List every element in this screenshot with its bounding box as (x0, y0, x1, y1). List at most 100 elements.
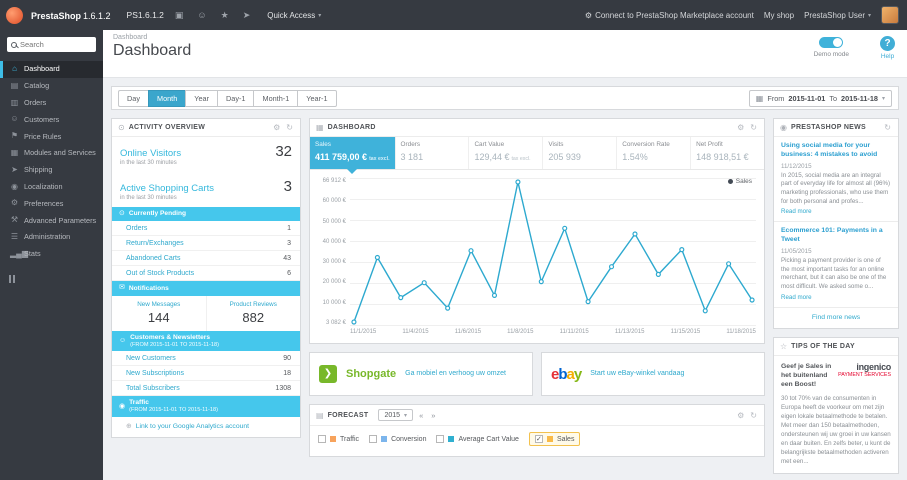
next-year-button[interactable]: » (429, 411, 437, 420)
kpi-sales[interactable]: Sales 411 759,00 € tax excl. (310, 137, 396, 174)
my-shop-link[interactable]: My shop (764, 11, 794, 20)
panel-refresh-icon[interactable]: ↻ (749, 123, 758, 132)
find-more-news-link[interactable]: Find more news (774, 308, 898, 328)
date-range-picker[interactable]: ▦ From 2015-11-01 To 2015-11-18 ▾ (748, 89, 892, 107)
panel-refresh-icon[interactable]: ↻ (285, 123, 294, 132)
brand-name: PrestaShop 1.6.1.2 (31, 11, 111, 21)
online-visitors-link[interactable]: Online Visitors (120, 148, 181, 159)
truck-icon: ➤ (11, 164, 18, 174)
globe-icon: ◉ (119, 402, 126, 410)
shopgate-promo-link[interactable]: Ga mobiel en verhoog uw omzet (405, 369, 506, 378)
tag-icon: ⚑ (10, 131, 19, 141)
legend-swatch (381, 436, 388, 442)
kpi-net-profit[interactable]: Net Profit 148 918,51 € (691, 137, 764, 169)
previous-year-button[interactable]: « (417, 411, 425, 420)
forecast-legend-average-cart-value[interactable]: Average Cart Value (436, 435, 519, 443)
sidebar-collapse-button[interactable] (9, 274, 103, 283)
ingenico-logo: ingenico PAYMENT SERVICES (838, 361, 891, 378)
notifications-header: ✉ Notifications (112, 281, 300, 296)
sidebar-item-dashboard[interactable]: ⌂ Dashboard (0, 61, 103, 78)
search-input[interactable] (20, 40, 92, 49)
sidebar-menu: ⌂ Dashboard ▤ Catalog ▥ Orders ☺ Customers ⚑… (0, 61, 103, 263)
rocket-icon[interactable]: ➤ (240, 10, 254, 21)
filter-year-1-button[interactable]: Year-1 (297, 89, 337, 107)
sidebar-item-stats[interactable]: ▂▄▆ Stats (0, 246, 103, 263)
checkbox-icon (436, 435, 445, 443)
read-more-link[interactable]: Read more (781, 208, 891, 215)
news-icon: ◉ (780, 123, 787, 132)
dashboard-icon: ▦ (316, 123, 324, 132)
forecast-year-select[interactable]: 2015 ▾ (378, 409, 414, 421)
sidebar-item-preferences[interactable]: ⚙ Preferences (0, 195, 103, 212)
customers-row: New Subscriptions 18 (112, 366, 300, 382)
panel-settings-icon[interactable]: ⚙ (272, 123, 281, 132)
news-article: Using social media for your business: 4 … (774, 137, 898, 223)
sales-line-chart: Sales (350, 178, 756, 326)
shop-name-link[interactable]: PS1.6.1.2 (127, 10, 164, 20)
forecast-legend-sales[interactable]: ✓ Sales (528, 432, 581, 446)
forecast-legend-conversion[interactable]: Conversion (369, 435, 426, 443)
panel-refresh-icon[interactable]: ↻ (749, 411, 758, 420)
read-more-link[interactable]: Read more (781, 294, 891, 301)
ebay-promo-link[interactable]: Start uw eBay-winkel vandaag (590, 369, 684, 378)
page-header: Dashboard Dashboard Demo mode ? Help (103, 30, 907, 78)
sidebar-item-advanced-parameters[interactable]: ⚒ Advanced Parameters (0, 212, 103, 229)
kpi-cart-value[interactable]: Cart Value 129,44 € tax excl. (469, 137, 544, 169)
kpi-row: Sales 411 759,00 € tax excl. Orders 3 181… (310, 137, 764, 174)
filter-month-button[interactable]: Month (147, 89, 186, 107)
sidebar-item-orders[interactable]: ▥ Orders (0, 95, 103, 112)
filter-day-1-button[interactable]: Day-1 (217, 89, 254, 107)
kpi-visits[interactable]: Visits 205 939 (543, 137, 618, 169)
sidebar-item-modules[interactable]: ▦ Modules and Services (0, 145, 103, 162)
badge-icon[interactable]: ★ (218, 10, 232, 21)
google-analytics-link[interactable]: ⊕ Link to your Google Analytics account (112, 417, 300, 437)
filter-year-button[interactable]: Year (185, 89, 218, 107)
sidebar-item-shipping[interactable]: ➤ Shipping (0, 162, 103, 179)
cart-icon: ▥ (10, 97, 19, 107)
help-button[interactable]: ? Help (880, 36, 895, 60)
news-article-title[interactable]: Ecommerce 101: Payments in a Tweet (781, 227, 891, 245)
plug-icon: ⚙ (584, 10, 593, 20)
ebay-promo: ebay Start uw eBay-winkel vandaag (541, 352, 765, 396)
kpi-orders[interactable]: Orders 3 181 (396, 137, 470, 169)
user-avatar[interactable] (881, 6, 899, 24)
chart-legend: Sales (727, 178, 752, 185)
shopgate-promo: ❯ Shopgate Ga mobiel en verhoog uw omzet (309, 352, 533, 396)
product-reviews-link[interactable]: Product Reviews (209, 301, 299, 308)
tip-headline-link[interactable]: Geef je Sales in het buitenland een Boos… (781, 362, 832, 390)
sidebar-item-localization[interactable]: ◉ Localization (0, 179, 103, 196)
cart-notification-icon[interactable]: ▣ (172, 10, 187, 21)
sidebar-search[interactable] (7, 37, 96, 52)
forecast-legend: Traffic Conversion Average Cart Value ✓ … (310, 426, 764, 456)
marketplace-connect-link[interactable]: ⚙ Connect to PrestaShop Marketplace acco… (585, 11, 754, 20)
breadcrumb: Dashboard (113, 34, 148, 41)
dashboard-panel: ▦ DASHBOARD ⚙ ↻ Sales 411 759,00 € tax ex… (309, 118, 765, 344)
checkbox-icon (318, 435, 326, 443)
forecast-legend-traffic[interactable]: Traffic (318, 435, 359, 443)
customers-newsletters-header: ☺ Customers & Newsletters (FROM 2015-11-0… (112, 330, 300, 352)
sidebar-item-catalog[interactable]: ▤ Catalog (0, 78, 103, 95)
prestashop-news-panel: ◉ PRESTASHOP NEWS ↻ Using social media f… (773, 118, 899, 329)
filter-month-1-button[interactable]: Month-1 (253, 89, 298, 107)
prestashop-logo-icon[interactable] (6, 6, 23, 24)
clock-icon: ⊙ (119, 210, 125, 217)
sidebar-item-customers[interactable]: ☺ Customers (0, 111, 103, 128)
new-messages-link[interactable]: New Messages (114, 301, 204, 308)
user-menu[interactable]: PrestaShop User ▾ (804, 11, 871, 20)
quick-access-menu[interactable]: Quick Access ▾ (267, 11, 321, 20)
demo-mode-toggle[interactable] (819, 37, 844, 48)
panel-settings-icon[interactable]: ⚙ (736, 411, 745, 420)
panel-settings-icon[interactable]: ⚙ (736, 123, 745, 132)
active-carts-link[interactable]: Active Shopping Carts (120, 183, 214, 194)
filter-day-button[interactable]: Day (118, 89, 148, 107)
legend-dot-icon (727, 179, 733, 184)
search-icon (11, 41, 17, 48)
sidebar-item-administration[interactable]: ☰ Administration (0, 229, 103, 246)
news-article-title[interactable]: Using social media for your business: 4 … (781, 142, 891, 160)
kpi-conversion-rate[interactable]: Conversion Rate 1.54% (617, 137, 692, 169)
customer-notification-icon[interactable]: ☺ (194, 10, 209, 20)
puzzle-icon: ▦ (10, 147, 19, 157)
sidebar-item-price-rules[interactable]: ⚑ Price Rules (0, 128, 103, 145)
panel-refresh-icon[interactable]: ↻ (883, 123, 892, 132)
module-promos: ❯ Shopgate Ga mobiel en verhoog uw omzet… (309, 352, 765, 396)
